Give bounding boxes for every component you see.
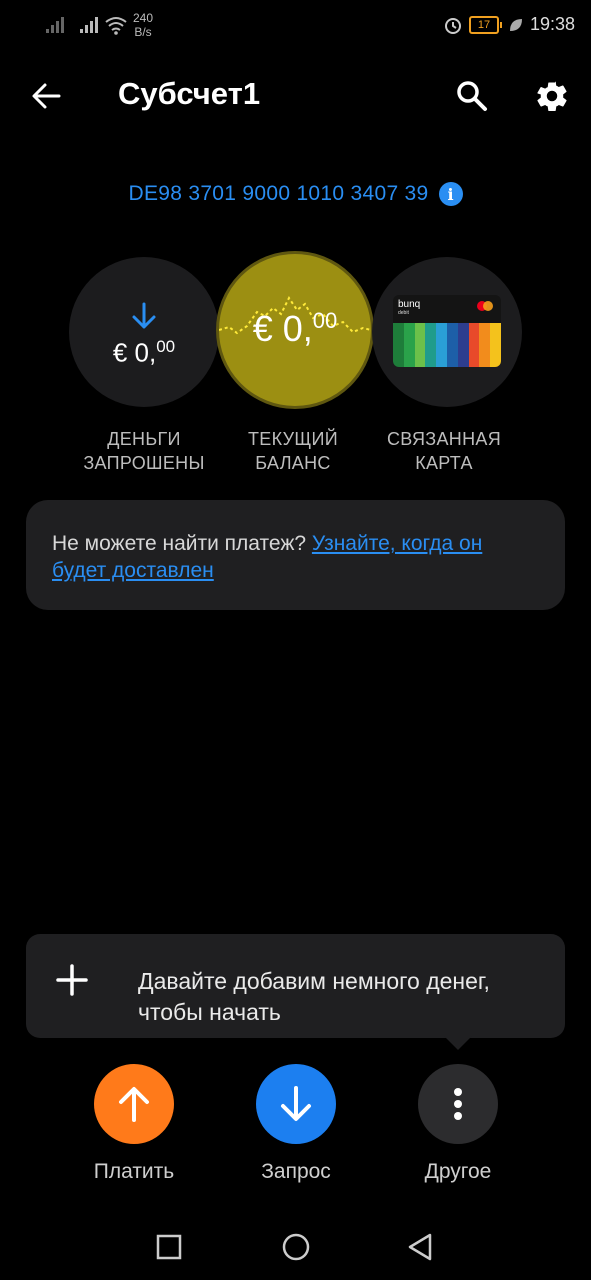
triangle-back-icon bbox=[408, 1233, 432, 1261]
battery-icon: 17 bbox=[468, 15, 502, 34]
arrow-down-icon bbox=[281, 1086, 311, 1121]
alarm-icon bbox=[444, 17, 461, 34]
back-nav-button[interactable] bbox=[406, 1232, 434, 1262]
signal-icon-2 bbox=[80, 17, 98, 33]
requested-money-circle[interactable]: € 0,00 bbox=[69, 257, 219, 407]
circle-icon bbox=[282, 1233, 310, 1261]
mastercard-icon bbox=[477, 301, 493, 311]
wifi-icon bbox=[105, 17, 127, 35]
notice-text: Не можете найти платеж? bbox=[52, 532, 312, 555]
signal-icon bbox=[46, 17, 64, 33]
other-button[interactable] bbox=[418, 1064, 498, 1144]
more-vertical-icon bbox=[454, 1088, 462, 1120]
bunq-card-image: bunq debit bbox=[393, 295, 501, 367]
arrow-left-icon bbox=[32, 83, 61, 109]
linked-card-label: СВЯЗАННАЯ КАРТА bbox=[387, 429, 501, 473]
payment-notice: Не можете найти платеж? Узнайте, когда о… bbox=[26, 500, 565, 610]
current-balance-label: ТЕКУЩИЙ БАЛАНС bbox=[248, 429, 338, 473]
net-speed: 240 B/s bbox=[133, 11, 154, 39]
info-icon[interactable]: i bbox=[438, 182, 463, 206]
status-bar: 240 B/s 17 19:38 bbox=[0, 0, 591, 50]
current-balance-circle[interactable]: € 0,00 bbox=[216, 251, 374, 409]
balance-amount: € 0,00 bbox=[252, 308, 338, 349]
recent-apps-button[interactable] bbox=[156, 1234, 182, 1260]
linked-card-circle[interactable]: bunq debit bbox=[372, 257, 522, 407]
request-button[interactable] bbox=[256, 1064, 336, 1144]
leaf-icon bbox=[509, 18, 522, 31]
tooltip-text: Давайте добавим немного денег, чтобы нач… bbox=[138, 968, 490, 1025]
requested-amount: € 0,00 bbox=[112, 337, 176, 368]
arrow-up-icon bbox=[119, 1087, 149, 1122]
tooltip-pointer bbox=[444, 1036, 472, 1050]
plus-icon[interactable] bbox=[56, 964, 88, 996]
pay-button[interactable] bbox=[94, 1064, 174, 1144]
iban-row[interactable]: DE98 3701 9000 1010 3407 39 i bbox=[0, 182, 591, 206]
other-label: Другое bbox=[424, 1160, 492, 1183]
arrow-down-icon bbox=[132, 302, 156, 329]
home-button[interactable] bbox=[281, 1232, 311, 1262]
square-icon bbox=[156, 1234, 182, 1260]
iban-number[interactable]: DE98 3701 9000 1010 3407 39 bbox=[128, 182, 428, 206]
gear-icon bbox=[537, 81, 567, 112]
settings-button[interactable] bbox=[530, 74, 574, 118]
page-title: Субсчет1 bbox=[118, 76, 261, 111]
requested-money-label: ДЕНЬГИ ЗАПРОШЕНЫ bbox=[83, 429, 205, 473]
status-time: 19:38 bbox=[529, 14, 575, 34]
back-button[interactable] bbox=[24, 74, 68, 118]
pay-label: Платить bbox=[93, 1160, 175, 1183]
search-button[interactable] bbox=[450, 74, 494, 118]
request-label: Запрос bbox=[261, 1160, 331, 1183]
search-icon bbox=[457, 81, 487, 111]
